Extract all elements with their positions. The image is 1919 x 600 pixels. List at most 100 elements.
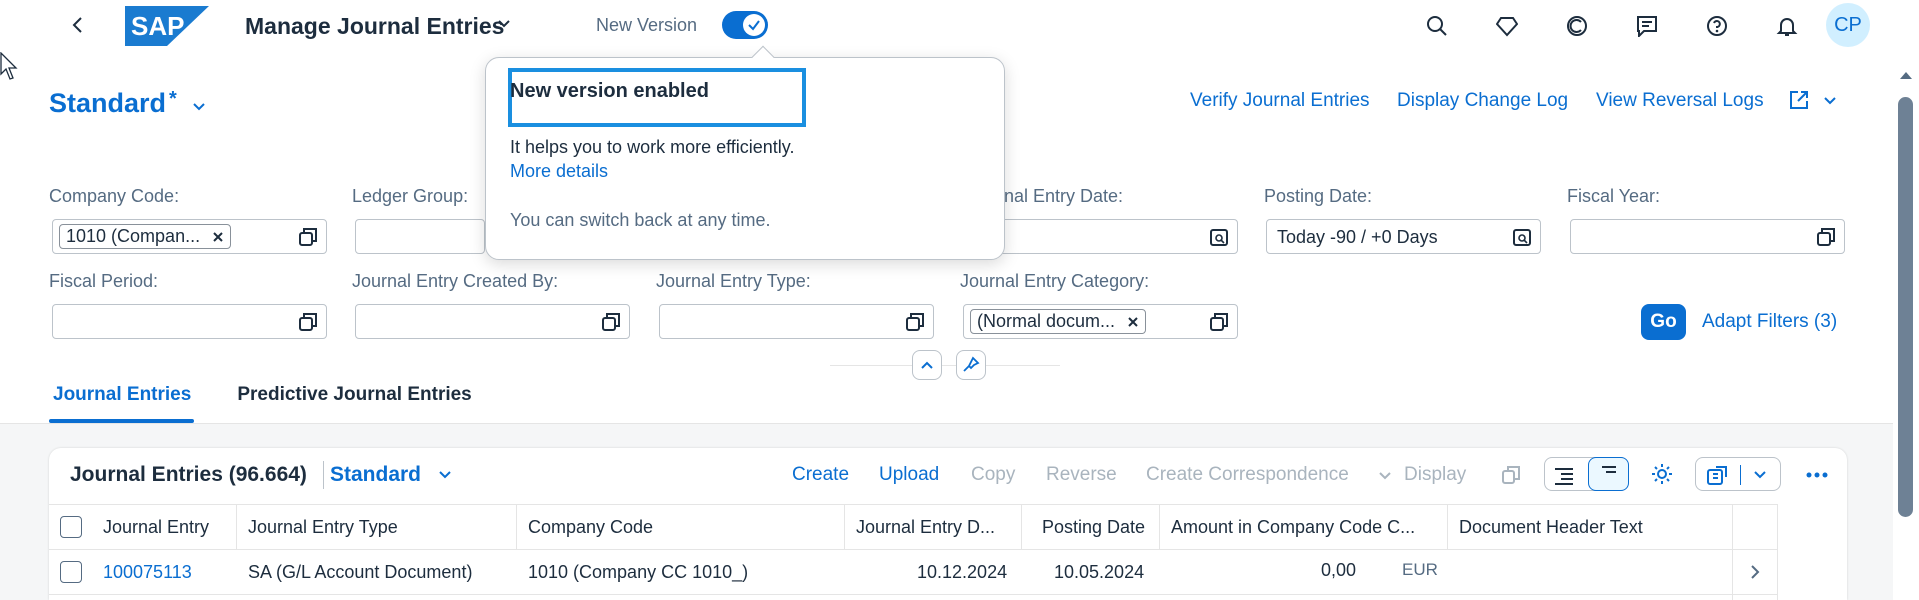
value-help-icon[interactable] xyxy=(1816,227,1836,247)
scrollbar-thumb[interactable] xyxy=(1898,97,1913,517)
value-help-icon[interactable] xyxy=(601,312,621,332)
scroll-up-icon[interactable] xyxy=(1898,70,1914,80)
view-reversal-logs-link[interactable]: View Reversal Logs xyxy=(1596,90,1764,112)
tab-predictive-journal-entries[interactable]: Predictive Journal Entries xyxy=(237,384,471,406)
table-variant[interactable]: Standard xyxy=(330,463,421,487)
value-help-icon[interactable] xyxy=(298,227,318,247)
col-divider xyxy=(844,504,845,550)
export-menu-button[interactable] xyxy=(1695,457,1781,491)
chevron-down-icon[interactable] xyxy=(437,468,453,482)
remove-token-icon[interactable] xyxy=(1127,316,1139,328)
fiscal-period-field[interactable] xyxy=(52,304,327,339)
toggle-knob xyxy=(743,14,765,36)
col-divider xyxy=(1159,504,1160,550)
display-change-log-link[interactable]: Display Change Log xyxy=(1397,90,1568,112)
popover-text: It helps you to work more efficiently. xyxy=(510,137,795,157)
copy-button[interactable]: Copy xyxy=(971,464,1015,486)
col-header-amount[interactable]: Amount in Company Code C... xyxy=(1171,517,1415,538)
created-by-field[interactable] xyxy=(355,304,630,339)
token-text: 1010 (Compan... xyxy=(66,226,201,246)
fiscal-year-label: Fiscal Year: xyxy=(1567,186,1661,206)
col-header-posting-date[interactable]: Posting Date xyxy=(1042,517,1145,538)
more-options-icon[interactable] xyxy=(1805,465,1829,485)
scrollbar-track[interactable] xyxy=(1893,62,1919,600)
export-icon xyxy=(1706,464,1728,486)
display-button[interactable]: Display xyxy=(1404,464,1466,486)
copilot-icon[interactable] xyxy=(1566,15,1588,37)
entry-category-token[interactable]: (Normal docum... xyxy=(970,309,1147,334)
chevron-down-icon[interactable] xyxy=(191,100,207,114)
journal-entry-link[interactable]: 100075113 xyxy=(103,562,192,583)
help-icon[interactable] xyxy=(1706,15,1728,37)
search-icon[interactable] xyxy=(1426,15,1448,37)
tab-journal-entries[interactable]: Journal Entries xyxy=(49,384,195,406)
entry-category-label: Journal Entry Category: xyxy=(960,271,1150,291)
value-help-icon[interactable] xyxy=(1209,312,1229,332)
shell-bar: SAP Manage Journal Entries New Version C… xyxy=(0,0,1919,51)
back-icon[interactable] xyxy=(70,15,86,35)
tab-bar: Journal Entries Predictive Journal Entri… xyxy=(49,384,472,406)
ledger-group-label: Ledger Group: xyxy=(352,186,469,206)
col-header-company-code[interactable]: Company Code xyxy=(528,517,653,538)
share-icon[interactable] xyxy=(1788,89,1810,111)
create-button[interactable]: Create xyxy=(792,464,849,486)
create-correspondence-button[interactable]: Create Correspondence xyxy=(1146,464,1349,486)
new-version-toggle[interactable] xyxy=(722,11,768,39)
view-mode-segmented[interactable] xyxy=(1544,457,1629,491)
row-select-checkbox[interactable] xyxy=(60,561,82,583)
col-header-journal-entry-type[interactable]: Journal Entry Type xyxy=(248,517,398,538)
new-version-popover: New version enabled It helps you to work… xyxy=(485,45,1005,260)
remove-token-icon[interactable] xyxy=(212,231,224,243)
notifications-bell-icon[interactable] xyxy=(1776,15,1798,37)
date-picker-icon[interactable] xyxy=(1209,227,1229,247)
company-code-field[interactable]: 1010 (Compan... xyxy=(52,219,327,254)
navigation-arrow-icon[interactable] xyxy=(1749,564,1761,580)
date-picker-icon[interactable] xyxy=(1512,227,1532,247)
col-header-journal-entry[interactable]: Journal Entry xyxy=(103,517,209,538)
sap-logo: SAP xyxy=(125,6,209,46)
pin-header-button[interactable] xyxy=(956,350,986,380)
col-divider xyxy=(516,504,517,550)
ledger-group-field[interactable] xyxy=(355,219,485,254)
chevron-down-icon[interactable] xyxy=(1377,469,1393,483)
app-title[interactable]: Manage Journal Entries xyxy=(245,13,504,40)
fiscal-year-field[interactable] xyxy=(1570,219,1845,254)
entry-type-field[interactable] xyxy=(659,304,934,339)
cell-journal-entry-type: SA (G/L Account Document) xyxy=(248,562,473,582)
chevron-up-icon xyxy=(921,361,933,369)
feedback-icon[interactable] xyxy=(1636,15,1658,37)
chevron-down-icon[interactable] xyxy=(1822,94,1838,108)
joule-diamond-icon[interactable] xyxy=(1496,15,1518,37)
user-avatar[interactable]: CP xyxy=(1826,3,1870,47)
select-all-checkbox[interactable] xyxy=(60,516,82,538)
col-divider xyxy=(1777,504,1778,600)
collapse-header-button[interactable] xyxy=(912,350,942,380)
fiscal-period-label: Fiscal Period: xyxy=(49,271,159,291)
upload-button[interactable]: Upload xyxy=(879,464,939,486)
verify-journal-entries-link[interactable]: Verify Journal Entries xyxy=(1190,90,1370,112)
posting-date-field[interactable]: Today -90 / +0 Days xyxy=(1266,219,1541,254)
col-header-document-header-text[interactable]: Document Header Text xyxy=(1459,517,1643,538)
adapt-filters-link[interactable]: Adapt Filters (3) xyxy=(1702,311,1837,333)
more-details-link[interactable]: More details xyxy=(510,161,608,182)
settings-gear-icon[interactable] xyxy=(1651,463,1673,485)
col-header-journal-entry-date[interactable]: Journal Entry D... xyxy=(856,517,995,538)
col-divider xyxy=(1447,504,1448,550)
journal-entry-date-field[interactable] xyxy=(995,219,1238,254)
mouse-cursor-icon xyxy=(0,52,18,82)
copy-to-clipboard-icon[interactable] xyxy=(1500,464,1522,486)
journal-entry-date-label: nal Entry Date: xyxy=(1004,186,1124,206)
svg-text:SAP: SAP xyxy=(131,11,184,41)
company-code-token[interactable]: 1010 (Compan... xyxy=(59,224,232,249)
value-help-icon[interactable] xyxy=(905,312,925,332)
tree-collapse-segment[interactable] xyxy=(1588,457,1629,491)
reverse-button[interactable]: Reverse xyxy=(1046,464,1117,486)
chevron-down-icon[interactable] xyxy=(496,17,512,31)
cell-journal-entry-date: 10.12.2024 xyxy=(917,562,1008,582)
entry-category-field[interactable]: (Normal docum... xyxy=(963,304,1238,339)
go-button[interactable]: Go xyxy=(1641,304,1686,340)
header-divider xyxy=(830,365,1060,366)
page-variant[interactable]: Standard * xyxy=(49,88,207,119)
value-help-icon[interactable] xyxy=(298,312,318,332)
tree-expand-icon[interactable] xyxy=(1553,464,1575,486)
